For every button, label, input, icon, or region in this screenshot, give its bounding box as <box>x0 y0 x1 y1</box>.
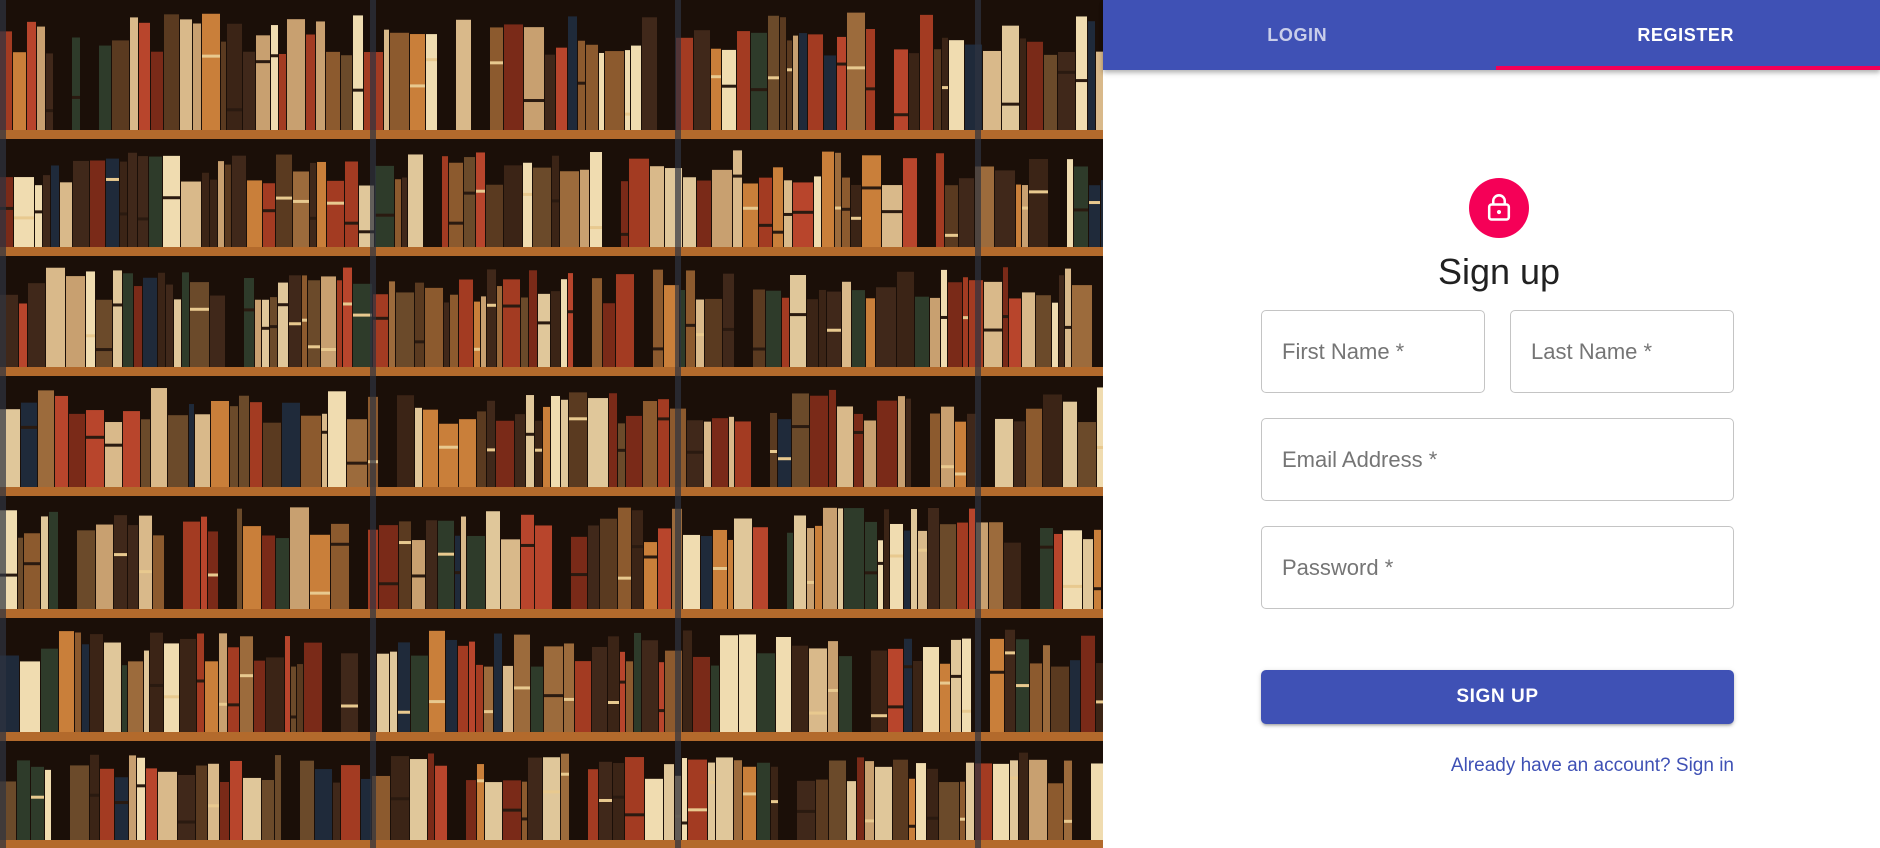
lock-avatar <box>1469 178 1529 238</box>
last-name-field[interactable] <box>1510 310 1734 393</box>
tab-register[interactable]: REGISTER <box>1492 0 1880 70</box>
lock-icon <box>1487 194 1511 221</box>
bookshelf-illustration <box>0 0 1103 848</box>
first-name-input[interactable] <box>1262 311 1484 392</box>
last-name-input[interactable] <box>1511 311 1733 392</box>
auth-tabbar: LOGIN REGISTER <box>1103 0 1880 70</box>
sign-in-link[interactable]: Already have an account? Sign in <box>1451 755 1734 777</box>
tab-login[interactable]: LOGIN <box>1103 0 1492 70</box>
bookshelf-image <box>0 0 1103 848</box>
active-tab-indicator <box>1496 66 1880 70</box>
email-field[interactable] <box>1261 418 1734 501</box>
first-name-field[interactable] <box>1261 310 1485 393</box>
auth-panel: LOGIN REGISTER Sign up SIGN UP Already h… <box>1103 0 1880 848</box>
email-input[interactable] <box>1262 419 1733 500</box>
sign-up-button[interactable]: SIGN UP <box>1261 670 1734 724</box>
password-field[interactable] <box>1261 526 1734 609</box>
password-input[interactable] <box>1262 527 1733 608</box>
page-title: Sign up <box>1437 251 1561 292</box>
